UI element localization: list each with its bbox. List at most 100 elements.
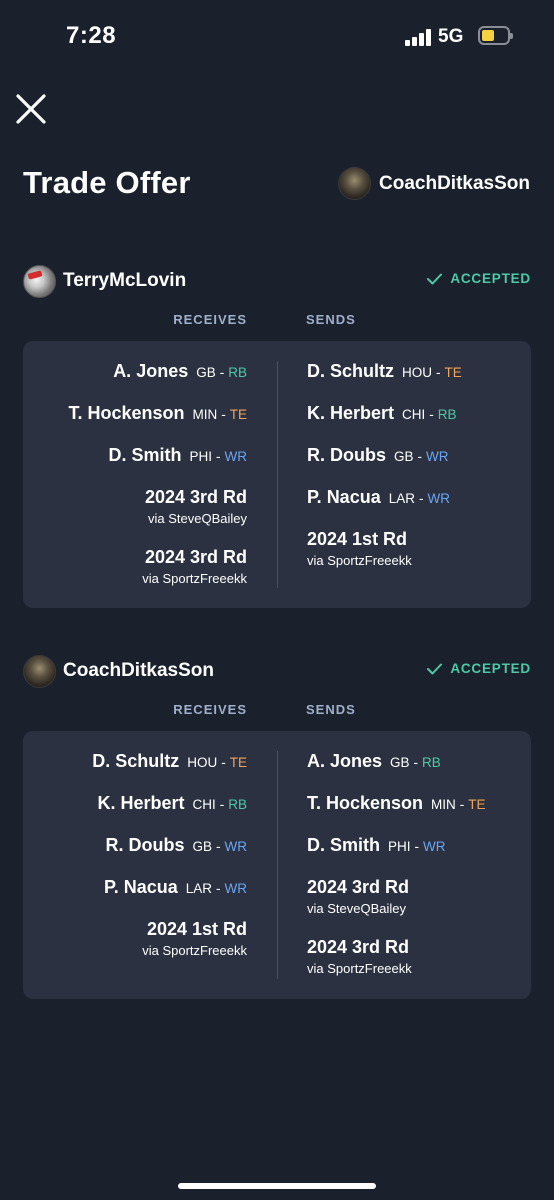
team-pos-separator: - <box>414 839 420 854</box>
status-badge: ACCEPTED <box>427 661 531 676</box>
pick-name: 2024 3rd Rd <box>144 547 247 567</box>
player-position: TE <box>468 797 486 812</box>
pick-info: 2024 1st Rd via SportzFreeekk <box>142 919 247 958</box>
trade-card: D. Schultz HOU - TE K. Herbert CHI - RB R. Doubs… <box>23 731 531 999</box>
receives-heading: RECEIVES <box>173 312 247 327</box>
pick-via: via SportzFreeekk <box>142 943 247 958</box>
player-position: RB <box>437 407 457 422</box>
draft-pick-row[interactable]: 2024 3rd Rd via SportzFreeekk <box>142 547 247 586</box>
player-position: WR <box>423 839 446 854</box>
trade-card: A. Jones GB - RB T. Hockenson MIN - TE D. Smith P… <box>23 341 531 608</box>
player-name: D. Smith <box>307 835 381 855</box>
checkmark-icon <box>427 663 443 674</box>
player-team: GB <box>192 839 212 854</box>
status-label: ACCEPTED <box>450 661 531 676</box>
draft-pick-row[interactable]: 2024 1st Rd via SportzFreeekk <box>142 919 247 958</box>
trade-section-header: CoachDitkasSon ACCEPTED <box>23 653 531 689</box>
player-row[interactable]: R. Doubs GB - WR <box>105 835 247 856</box>
team-pos-separator: - <box>221 755 226 770</box>
sends-heading: SENDS <box>306 312 356 327</box>
player-row[interactable]: D. Smith PHI - WR <box>108 445 247 466</box>
team-pos-separator: - <box>216 449 221 464</box>
player-team: GB <box>196 365 216 380</box>
player-team: CHI <box>192 797 216 812</box>
player-team: PHI <box>388 839 411 854</box>
player-position: RB <box>228 365 247 380</box>
player-row[interactable]: K. Herbert CHI - RB <box>97 793 247 814</box>
pick-info: 2024 3rd Rd via SteveQBailey <box>307 877 409 916</box>
player-name: P. Nacua <box>104 877 178 897</box>
team-avatar <box>23 654 56 688</box>
player-team: CHI <box>402 407 426 422</box>
home-indicator[interactable] <box>178 1183 376 1189</box>
team-name: CoachDitkasSon <box>63 660 214 681</box>
player-name: A. Jones <box>113 361 189 381</box>
player-name: R. Doubs <box>307 445 386 465</box>
pick-name: 2024 3rd Rd <box>307 877 410 897</box>
partner-avatar <box>338 167 372 200</box>
player-name: T. Hockenson <box>68 403 185 423</box>
draft-pick-row[interactable]: 2024 3rd Rd via SteveQBailey <box>307 877 409 916</box>
player-name: A. Jones <box>307 751 383 771</box>
column-headers: RECEIVES SENDS <box>0 702 554 720</box>
team-avatar <box>23 264 56 298</box>
player-row[interactable]: D. Schultz HOU - TE <box>307 361 462 382</box>
pick-info: 2024 3rd Rd via SportzFreeekk <box>307 937 412 976</box>
pick-name: 2024 3rd Rd <box>307 937 410 957</box>
player-row[interactable]: D. Schultz HOU - TE <box>92 751 247 772</box>
pick-info: 2024 3rd Rd via SportzFreeekk <box>142 547 247 586</box>
player-name: T. Hockenson <box>307 793 424 813</box>
player-row[interactable]: R. Doubs GB - WR <box>307 445 449 466</box>
pick-via: via SportzFreeekk <box>307 961 412 976</box>
pick-via: via SteveQBailey <box>307 901 406 916</box>
player-position: WR <box>427 491 450 506</box>
player-team: MIN <box>192 407 218 422</box>
player-row[interactable]: K. Herbert CHI - RB <box>307 403 457 424</box>
column-divider <box>277 361 278 588</box>
player-team: LAR <box>185 881 212 896</box>
status-time: 7:28 <box>66 22 117 49</box>
status-label: ACCEPTED <box>450 271 531 286</box>
pick-name: 2024 3rd Rd <box>144 487 247 507</box>
status-badge: ACCEPTED <box>427 271 531 286</box>
player-row[interactable]: A. Jones GB - RB <box>307 751 441 772</box>
team-pos-separator: - <box>418 491 424 506</box>
player-row[interactable]: A. Jones GB - RB <box>113 361 247 382</box>
battery-icon <box>478 26 513 45</box>
player-team: GB <box>394 449 414 464</box>
column-headers: RECEIVES SENDS <box>0 312 554 330</box>
team-pos-separator: - <box>459 797 465 812</box>
partner-name: CoachDitkasSon <box>379 172 530 194</box>
player-position: WR <box>224 881 248 896</box>
player-position: TE <box>229 407 247 422</box>
player-team: LAR <box>388 491 415 506</box>
player-row[interactable]: T. Hockenson MIN - TE <box>307 793 486 814</box>
team-pos-separator: - <box>219 797 225 812</box>
team-pos-separator: - <box>219 365 225 380</box>
player-team: GB <box>390 755 410 770</box>
checkmark-icon <box>427 273 443 284</box>
team-pos-separator: - <box>436 365 441 380</box>
draft-pick-row[interactable]: 2024 3rd Rd via SteveQBailey <box>145 487 247 526</box>
player-position: WR <box>224 449 248 464</box>
trade-partner[interactable]: CoachDitkasSon <box>338 167 530 200</box>
team-name: TerryMcLovin <box>63 270 187 291</box>
team-pos-separator: - <box>216 881 221 896</box>
player-position: WR <box>224 839 248 854</box>
pick-info: 2024 1st Rd via SportzFreeekk <box>307 529 412 568</box>
player-row[interactable]: D. Smith PHI - WR <box>307 835 446 856</box>
player-row[interactable]: T. Hockenson MIN - TE <box>68 403 247 424</box>
team-pos-separator: - <box>429 407 434 422</box>
player-name: D. Schultz <box>307 361 395 381</box>
pick-info: 2024 3rd Rd via SteveQBailey <box>145 487 247 526</box>
player-team: PHI <box>189 449 212 464</box>
pick-via: via SportzFreeekk <box>307 553 412 568</box>
pick-via: via SteveQBailey <box>148 511 247 526</box>
close-button[interactable] <box>14 92 48 126</box>
player-row[interactable]: P. Nacua LAR - WR <box>104 877 247 898</box>
draft-pick-row[interactable]: 2024 1st Rd via SportzFreeekk <box>307 529 412 568</box>
player-row[interactable]: P. Nacua LAR - WR <box>307 487 450 508</box>
player-team: MIN <box>431 797 456 812</box>
receives-heading: RECEIVES <box>173 702 247 717</box>
draft-pick-row[interactable]: 2024 3rd Rd via SportzFreeekk <box>307 937 412 976</box>
